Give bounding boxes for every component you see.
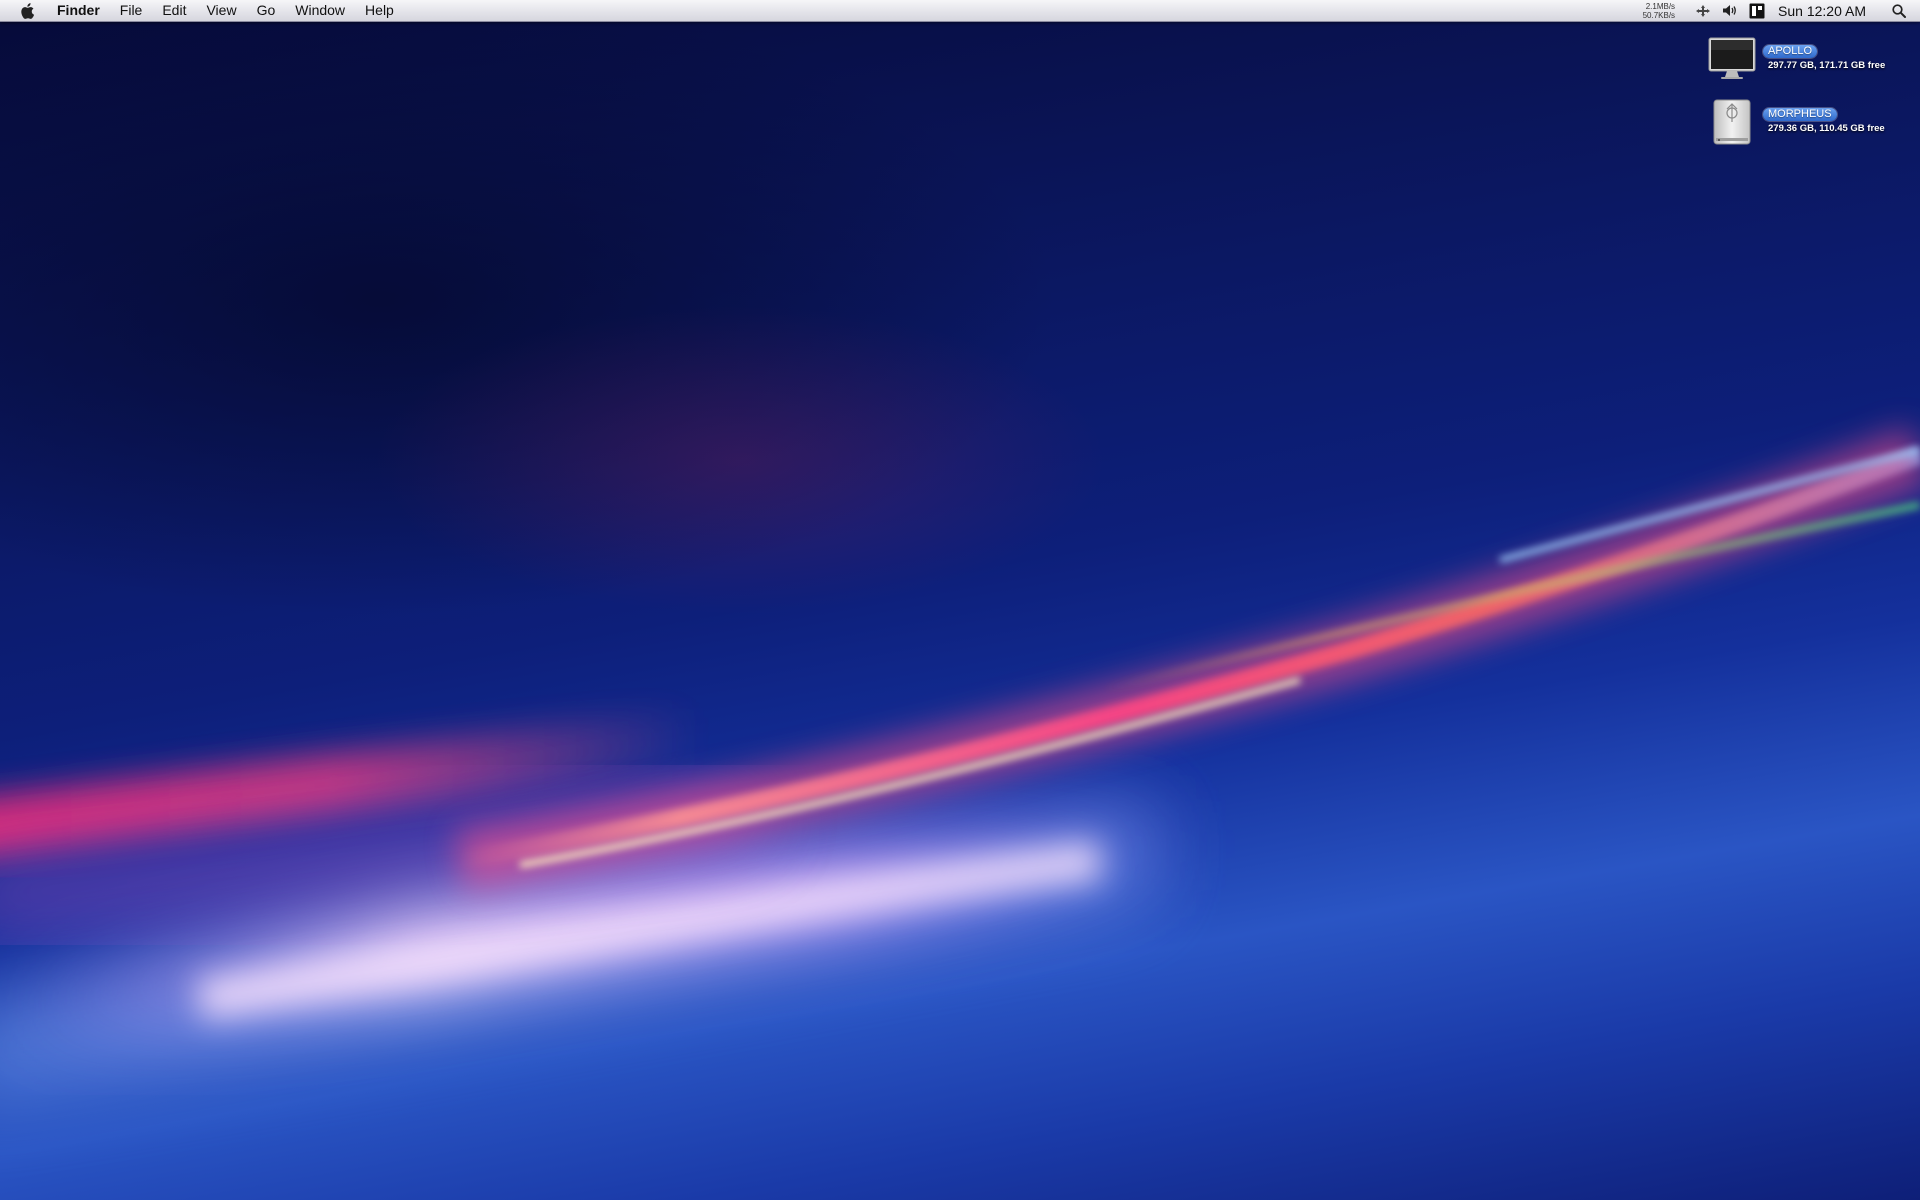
desktop[interactable]: Finder File Edit View Go Window Help 2.1…	[0, 0, 1920, 1200]
menu-help[interactable]: Help	[355, 0, 404, 21]
drive-label-morpheus[interactable]: MORPHEUS 279.36 GB, 110.45 GB free	[1763, 108, 1885, 134]
menu-go[interactable]: Go	[247, 0, 286, 21]
menu-bar: Finder File Edit View Go Window Help 2.1…	[0, 0, 1920, 22]
display-icon[interactable]	[1747, 0, 1767, 21]
drive-capacity: 279.36 GB, 110.45 GB free	[1768, 123, 1885, 134]
volume-icon[interactable]	[1720, 0, 1740, 21]
upload-speed: 2.1MB/s	[1645, 1, 1676, 11]
menu-edit[interactable]: Edit	[152, 0, 196, 21]
drive-name[interactable]: MORPHEUS	[1763, 108, 1837, 121]
wallpaper	[0, 426, 1920, 1103]
menu-bar-left: Finder File Edit View Go Window Help	[0, 0, 404, 21]
network-activity-icon[interactable]	[1693, 0, 1713, 21]
network-speed-meter[interactable]: 2.1MB/s 50.7KB/s	[1643, 2, 1675, 20]
desktop-drive-apollo[interactable]: APOLLO 297.77 GB, 171.71 GB free	[1708, 35, 1885, 83]
menu-view[interactable]: View	[196, 0, 246, 21]
menu-clock[interactable]: Sun 12:20 AM	[1778, 3, 1866, 19]
menu-bar-extras: 2.1MB/s 50.7KB/s Sun 12:20 AM	[1643, 0, 1920, 21]
monitor-drive-icon[interactable]	[1708, 35, 1756, 83]
menu-app-finder[interactable]: Finder	[49, 0, 110, 21]
menu-file[interactable]: File	[110, 0, 153, 21]
drive-label-apollo[interactable]: APOLLO 297.77 GB, 171.71 GB free	[1763, 45, 1885, 71]
firewire-drive-icon[interactable]	[1708, 98, 1756, 146]
desktop-drive-morpheus[interactable]: MORPHEUS 279.36 GB, 110.45 GB free	[1708, 98, 1885, 146]
apple-icon[interactable]	[19, 2, 35, 19]
download-speed: 50.7KB/s	[1642, 10, 1676, 20]
drive-name[interactable]: APOLLO	[1763, 45, 1818, 58]
menu-window[interactable]: Window	[285, 0, 355, 21]
drive-capacity: 297.77 GB, 171.71 GB free	[1768, 60, 1886, 71]
spotlight-icon[interactable]	[1890, 0, 1908, 21]
